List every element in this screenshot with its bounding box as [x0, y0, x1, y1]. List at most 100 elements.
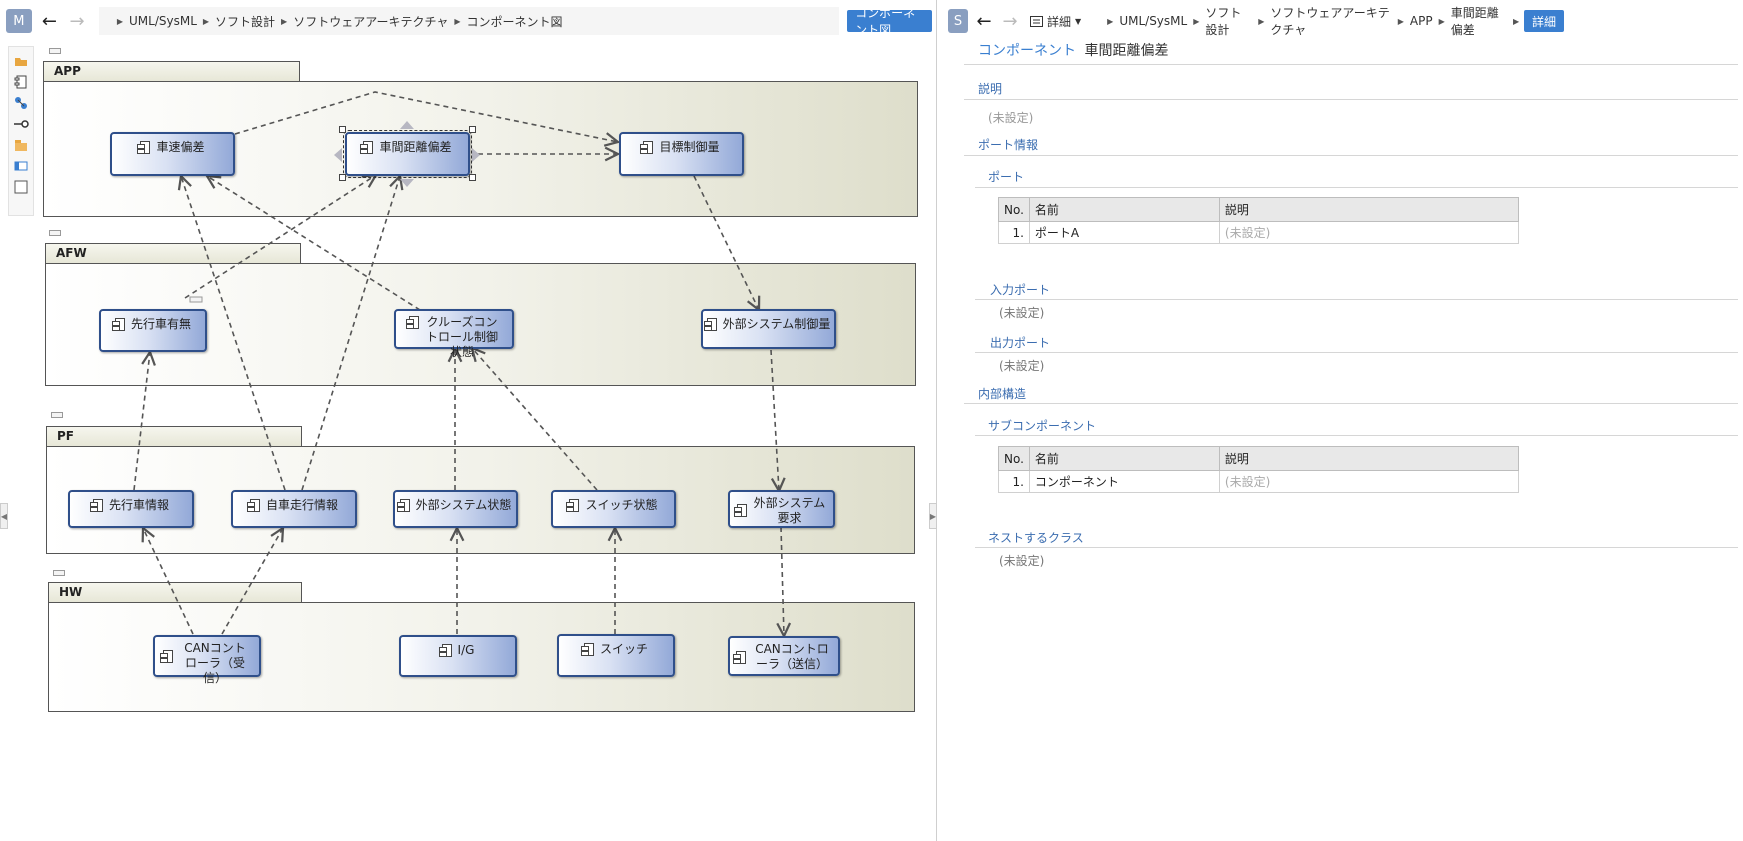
component-can-rx[interactable]: CANコントローラ（受信） [153, 635, 261, 685]
system-badge: S [948, 9, 968, 33]
out-ports-value: (未設定) [999, 359, 1045, 373]
component-switch[interactable]: スイッチ [557, 634, 675, 677]
component-switch-state[interactable]: スイッチ状態 [551, 490, 676, 528]
out-ports-label: 出力ポート [990, 336, 1051, 350]
back-arrow-icon[interactable]: ← [972, 9, 996, 33]
component-preceding-info[interactable]: 先行車情報 [68, 490, 194, 528]
dependency-arrow [221, 528, 283, 635]
component-speed-deviation[interactable]: 車速偏差 [110, 132, 235, 176]
component-own-travel-info[interactable]: 自車走行情報 [231, 490, 357, 528]
divider [964, 64, 1738, 65]
selection-handle[interactable] [469, 126, 476, 133]
selection-handle[interactable] [339, 174, 346, 181]
breadcrumb-item[interactable]: APP [1410, 14, 1433, 28]
in-ports-value: (未設定) [999, 306, 1045, 320]
component-label: 外部システム要求 [753, 496, 826, 525]
dependency-arrows [133, 91, 936, 841]
component-label: 車速偏差 [156, 140, 205, 154]
breadcrumb-item[interactable]: ソフト設計 [1205, 4, 1252, 38]
component-preceding-vehicle[interactable]: 先行車有無 [99, 309, 207, 352]
component-distance-deviation[interactable]: 車間距離偏差 [343, 130, 472, 178]
component-label: スイッチ状態 [585, 498, 658, 512]
selection-handle[interactable] [339, 126, 346, 133]
column-header: No. [998, 197, 1030, 222]
view-menu[interactable]: 詳細 ▼ [1030, 13, 1081, 30]
port-name[interactable]: ポートA [1028, 221, 1220, 244]
component-label: I/G [457, 643, 475, 657]
right-toolbar: S ← → 詳細 ▼ ▶ UML/SysML ▶ ソフト設計 ▶ ソフトウェアア… [948, 0, 1738, 42]
component-icon [396, 499, 410, 512]
forward-arrow-icon[interactable]: → [998, 9, 1022, 33]
subcomponent-name[interactable]: コンポーネント [1028, 470, 1220, 493]
component-icon [640, 141, 654, 154]
dependency-arrow [143, 528, 194, 635]
component-external-control[interactable]: 外部システム制御量 [701, 309, 836, 349]
component-icon [246, 499, 260, 512]
chevron-right-icon: ▶ [1397, 16, 1404, 26]
component-icon [406, 316, 419, 329]
chevron-right-icon: ▶ [1513, 16, 1520, 26]
column-header: No. [998, 446, 1030, 471]
dependency-arrow [207, 176, 421, 311]
dependency-arrow [301, 176, 400, 491]
component-icon [703, 318, 717, 331]
breadcrumb-item[interactable]: 車間距離偏差 [1451, 4, 1507, 38]
detail-title: コンポーネント 車間距離偏差 [978, 40, 1168, 60]
component-cruise-control-state[interactable]: クルーズコントロール制御状態 [394, 309, 514, 359]
ports-table: No. 名前 説明 1. ポートA (未設定) [998, 197, 1520, 244]
row-number: 1. [998, 221, 1030, 244]
component-external-state[interactable]: 外部システム状態 [393, 490, 518, 528]
nested-class-label: ネストするクラス [988, 531, 1084, 545]
subcomponent-description[interactable]: (未設定) [1218, 470, 1520, 493]
component-icon [360, 141, 374, 154]
component-can-tx[interactable]: CANコントローラ（送信） [728, 636, 840, 676]
breadcrumb-item[interactable]: UML/SysML [1119, 14, 1187, 28]
subcomponent-label: サブコンポーネント [988, 419, 1097, 433]
component-ig[interactable]: I/G [399, 635, 517, 677]
table-row[interactable]: 1. コンポーネント (未設定) [998, 470, 1520, 493]
internal-structure-label: 内部構造 [978, 387, 1027, 401]
component-icon [160, 650, 173, 663]
dependency-arrow [133, 352, 150, 491]
dependency-arrow [770, 349, 779, 491]
component-label: クルーズコントロール制御状態 [425, 315, 498, 359]
column-header: 名前 [1028, 446, 1220, 471]
breadcrumb: ▶ UML/SysML ▶ ソフト設計 ▶ ソフトウェアアーキテクチャ ▶ AP… [1095, 4, 1526, 38]
chevron-right-icon: ▶ [1193, 16, 1200, 26]
component-target-control[interactable]: 目標制御量 [619, 132, 744, 176]
chevron-right-icon: ▶ [1107, 16, 1114, 26]
component-icon [111, 318, 125, 331]
list-view-icon [1030, 15, 1043, 27]
dependency-arrow [693, 175, 759, 310]
divider [975, 187, 1738, 188]
selection-handle[interactable] [469, 174, 476, 181]
description-value[interactable]: (未設定) [988, 109, 1033, 126]
port-description[interactable]: (未設定) [1218, 221, 1520, 244]
detail-button[interactable]: 詳細 [1524, 10, 1564, 32]
view-menu-label: 詳細 [1047, 14, 1072, 29]
ports-label: ポート [988, 170, 1025, 184]
component-icon [137, 141, 151, 154]
divider [975, 547, 1738, 548]
chevron-right-icon: ▶ [1258, 16, 1265, 26]
component-external-request[interactable]: 外部システム要求 [728, 490, 835, 528]
breadcrumb-item[interactable]: ソフトウェアアーキテクチャ [1270, 4, 1391, 38]
component-label: CANコントローラ（送信） [755, 642, 829, 671]
column-header: 説明 [1218, 197, 1520, 222]
description-label: 説明 [978, 82, 1003, 96]
component-label: 先行車情報 [108, 498, 169, 512]
collapse-left-icon[interactable]: ◀ [0, 503, 8, 529]
divider [975, 299, 1738, 300]
divider [975, 352, 1738, 353]
component-icon [733, 504, 747, 517]
chevron-right-icon: ▶ [1438, 16, 1445, 26]
dependency-arrow [184, 175, 376, 299]
component-label: 車間距離偏差 [379, 140, 452, 154]
component-icon [733, 651, 746, 664]
component-icon [566, 499, 580, 512]
collapse-right-icon[interactable]: ▶ [929, 503, 937, 529]
dependency-arrow [472, 348, 598, 491]
pane-divider[interactable] [936, 0, 937, 841]
divider [964, 155, 1738, 156]
table-row[interactable]: 1. ポートA (未設定) [998, 221, 1520, 244]
